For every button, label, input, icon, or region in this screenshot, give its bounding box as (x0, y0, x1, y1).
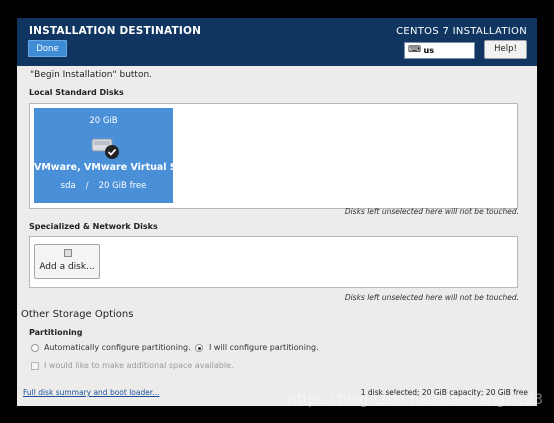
keyboard-layout-label: us (423, 46, 435, 55)
network-disks-label: Specialized & Network Disks (29, 222, 158, 231)
done-button[interactable]: Done (28, 40, 67, 57)
product-title: CENTOS 7 INSTALLATION (396, 26, 527, 37)
disk-details: sda / 20 GiB free (34, 181, 173, 191)
hint-text: "Begin Installation" button. (30, 70, 153, 80)
main-panel: "Begin Installation" button. Local Stand… (17, 66, 537, 406)
add-disk-button[interactable]: Add a disk... (34, 244, 100, 279)
disk-summary-link[interactable]: Full disk summary and boot loader... (23, 388, 159, 397)
partitioning-label: Partitioning (29, 328, 83, 337)
disk-separator: / (85, 181, 89, 191)
help-button[interactable]: Help! (484, 40, 527, 59)
keyboard-icon: ⌨ (408, 45, 421, 55)
disk-tile-sda[interactable]: 20 GiB VMware, VMware Virtual S sda / 20 G… (34, 108, 173, 203)
local-disks-note: Disks left unselected here will not be t… (344, 207, 519, 216)
manual-partition-radio[interactable] (195, 344, 203, 352)
local-disks-label: Local Standard Disks (29, 88, 124, 97)
local-disks-area: 20 GiB VMware, VMware Virtual S sda / 20 G… (29, 103, 518, 209)
add-disk-label: Add a disk... (39, 262, 95, 272)
header-bar: INSTALLATION DESTINATION Done CENTOS 7 I… (17, 18, 537, 66)
disk-free: 20 GiB free (98, 181, 147, 191)
auto-partition-radio[interactable] (31, 344, 39, 352)
disk-add-icon (64, 249, 72, 257)
auto-partition-label[interactable]: Automatically configure partitioning. (44, 343, 191, 352)
keyboard-layout-indicator[interactable]: ⌨ us (404, 42, 475, 59)
page-title: INSTALLATION DESTINATION (29, 25, 202, 37)
network-disks-note: Disks left unselected here will not be t… (344, 293, 519, 302)
network-disks-area: Add a disk... (29, 236, 518, 288)
disk-name: VMware, VMware Virtual S (34, 162, 173, 173)
extra-space-checkbox[interactable] (31, 362, 39, 370)
other-storage-title: Other Storage Options (21, 309, 134, 320)
manual-partition-label[interactable]: I will configure partitioning. (209, 343, 319, 352)
hard-drive-icon (91, 138, 119, 159)
watermark: https://blog.csdn.net/xiaoxiangzi123 (288, 392, 544, 408)
disk-device: sda (60, 181, 76, 191)
extra-space-label: I would like to make additional space av… (44, 361, 234, 370)
disk-size: 20 GiB (89, 116, 118, 126)
